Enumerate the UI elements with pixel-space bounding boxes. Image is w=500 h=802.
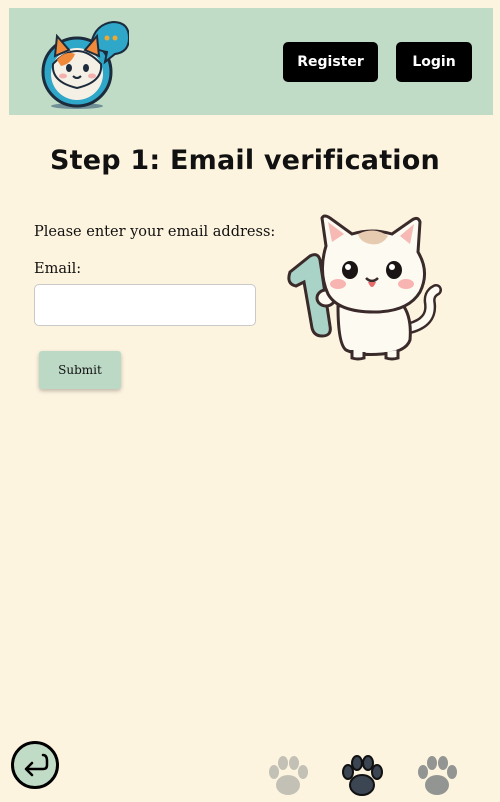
page-title: Step 1: Email verification [50, 145, 440, 176]
back-arrow-icon [24, 753, 49, 777]
back-button[interactable] [11, 741, 59, 789]
submit-button[interactable]: Submit [39, 351, 121, 389]
header-bar: Register Login [9, 8, 493, 115]
email-input[interactable] [34, 284, 256, 326]
email-prompt-text: Please enter your email address: [34, 224, 276, 240]
paw-step-indicator-1 [269, 756, 308, 795]
paw-step-indicator-3 [418, 756, 457, 795]
email-label: Email: [34, 261, 82, 277]
cat-holding-number-one-icon [287, 214, 442, 361]
register-button[interactable]: Register [283, 42, 378, 82]
login-button[interactable]: Login [396, 42, 472, 82]
paw-step-indicator-2 [342, 755, 383, 796]
cat-chat-logo-icon[interactable] [35, 20, 129, 110]
